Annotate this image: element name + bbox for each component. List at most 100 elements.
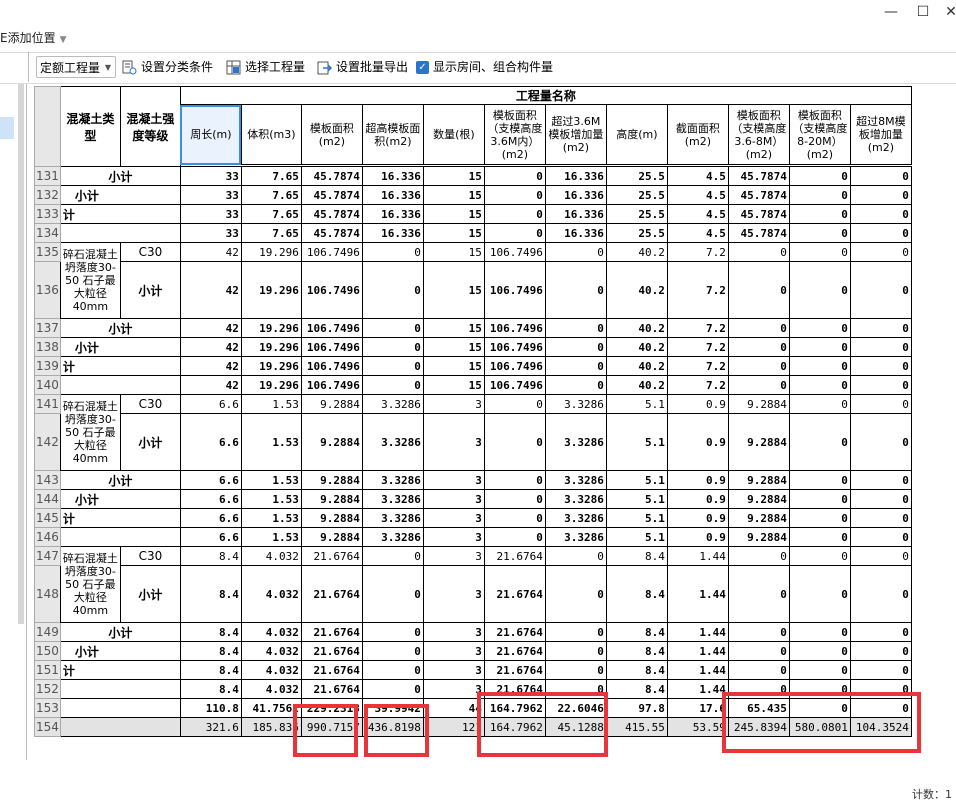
table-cell[interactable]: 0 <box>788 413 851 471</box>
table-cell[interactable]: 40.2 <box>605 375 668 395</box>
row-number[interactable]: 152 <box>34 679 61 699</box>
subtotal-label[interactable]: 小计 <box>119 413 181 471</box>
table-cell[interactable]: 3.3286 <box>361 489 424 509</box>
header-col[interactable]: 超过3.6M模板增加量(m2) <box>544 104 607 165</box>
table-cell[interactable]: 0 <box>483 223 546 243</box>
row-number[interactable]: 134 <box>34 223 61 243</box>
empty-label[interactable] <box>59 698 181 718</box>
table-cell[interactable]: 0 <box>544 261 607 319</box>
subtotal-label[interactable]: 小计 <box>59 185 181 205</box>
table-cell[interactable]: 0 <box>788 508 851 528</box>
table-cell[interactable]: 42 <box>179 318 242 338</box>
total-label[interactable]: 计 <box>59 204 181 224</box>
table-cell[interactable]: 0.9 <box>666 413 729 471</box>
table-cell[interactable]: 0 <box>544 318 607 338</box>
table-cell[interactable]: 1.44 <box>666 622 729 642</box>
table-cell[interactable]: 0 <box>849 413 912 471</box>
table-cell[interactable]: 4.5 <box>666 223 729 243</box>
table-cell[interactable]: 8.4 <box>605 660 668 680</box>
table-cell[interactable]: 21.6764 <box>300 546 363 566</box>
table-cell[interactable]: 3.3286 <box>544 470 607 490</box>
table-cell[interactable]: 0 <box>849 660 912 680</box>
table-cell[interactable]: 0 <box>788 394 851 414</box>
table-cell[interactable]: 21.6764 <box>483 641 546 661</box>
table-cell[interactable]: 1.44 <box>666 546 729 566</box>
table-cell[interactable]: 5.1 <box>605 489 668 509</box>
table-cell[interactable]: 9.2884 <box>300 470 363 490</box>
table-cell[interactable]: 0 <box>849 223 912 243</box>
table-cell[interactable]: 0 <box>727 565 790 623</box>
header-col[interactable]: 超高模板面积(m2) <box>361 104 424 165</box>
table-cell[interactable]: 0 <box>788 185 851 205</box>
table-cell[interactable]: 106.7496 <box>483 242 546 262</box>
table-cell[interactable]: 21.6764 <box>483 622 546 642</box>
table-cell[interactable]: 42 <box>179 242 242 262</box>
table-cell[interactable]: 0 <box>788 660 851 680</box>
table-cell[interactable]: 21.6764 <box>300 622 363 642</box>
table-cell[interactable]: 0 <box>849 565 912 623</box>
table-cell[interactable]: 8.4 <box>179 565 242 623</box>
table-cell[interactable]: 15 <box>422 261 485 319</box>
table-cell[interactable]: 33 <box>179 166 242 186</box>
table-cell[interactable]: 0 <box>727 546 790 566</box>
table-cell[interactable]: 4.032 <box>240 622 302 642</box>
table-cell[interactable]: 0 <box>849 622 912 642</box>
table-cell[interactable]: 106.7496 <box>300 375 363 395</box>
table-cell[interactable]: 16.336 <box>361 223 424 243</box>
row-number[interactable]: 133 <box>34 204 61 224</box>
table-cell[interactable]: 8.4 <box>179 679 242 699</box>
table-cell[interactable]: 0 <box>849 166 912 186</box>
table-cell[interactable]: 0 <box>544 375 607 395</box>
header-col[interactable]: 模板面积（支模高度3.6-8M）(m2) <box>727 104 790 165</box>
table-cell[interactable]: 3.3286 <box>544 527 607 547</box>
table-cell[interactable]: 4.5 <box>666 166 729 186</box>
table-cell[interactable]: 110.8 <box>179 698 242 718</box>
table-cell[interactable]: 19.296 <box>240 375 302 395</box>
table-cell[interactable]: 0.9 <box>666 489 729 509</box>
subtotal-label[interactable]: 小计 <box>59 166 181 186</box>
table-cell[interactable]: 15 <box>422 242 485 262</box>
table-cell[interactable]: 25.5 <box>605 185 668 205</box>
row-number[interactable]: 137 <box>34 318 61 338</box>
table-cell[interactable]: 0 <box>483 489 546 509</box>
set-category-button[interactable]: 设置分类条件 <box>122 56 213 78</box>
row-number[interactable]: 148 <box>34 565 61 623</box>
table-cell[interactable]: 0.9 <box>666 527 729 547</box>
table-cell[interactable]: 0 <box>849 185 912 205</box>
table-cell[interactable]: 19.296 <box>240 261 302 319</box>
table-cell[interactable]: 3.3286 <box>544 413 607 471</box>
table-cell[interactable]: 1.44 <box>666 565 729 623</box>
row-number[interactable]: 139 <box>34 356 61 376</box>
table-cell[interactable]: 45.7874 <box>300 204 363 224</box>
table-cell[interactable]: 15 <box>422 166 485 186</box>
table-cell[interactable]: 16.336 <box>544 166 607 186</box>
table-cell[interactable]: 0 <box>361 318 424 338</box>
table-cell[interactable]: 0 <box>544 337 607 357</box>
table-cell[interactable]: 0 <box>788 622 851 642</box>
table-cell[interactable]: 15 <box>422 356 485 376</box>
table-cell[interactable]: 0 <box>788 318 851 338</box>
table-cell[interactable]: 21.6764 <box>300 565 363 623</box>
table-cell[interactable]: 45.7874 <box>300 185 363 205</box>
table-cell[interactable]: 106.7496 <box>300 318 363 338</box>
empty-label[interactable] <box>59 527 181 547</box>
table-cell[interactable]: 5.1 <box>605 470 668 490</box>
table-cell[interactable]: 1.53 <box>240 413 302 471</box>
header-quantity-group[interactable]: 工程量名称 <box>179 86 912 105</box>
table-cell[interactable]: 45.7874 <box>727 223 790 243</box>
table-cell[interactable]: 21.6764 <box>483 546 546 566</box>
row-number[interactable]: 140 <box>34 375 61 395</box>
header-strength[interactable]: 混凝土强度等级 <box>119 86 181 167</box>
total-label[interactable]: 计 <box>59 356 181 376</box>
table-cell[interactable]: 0 <box>788 527 851 547</box>
select-quantity-button[interactable]: 选择工程量 <box>226 56 305 78</box>
subtotal-label[interactable]: 小计 <box>59 489 181 509</box>
strength-cell[interactable]: C30 <box>119 242 181 262</box>
table-cell[interactable]: 0 <box>788 470 851 490</box>
table-cell[interactable]: 0 <box>788 261 851 319</box>
table-cell[interactable]: 0 <box>483 508 546 528</box>
table-cell[interactable]: 0 <box>544 546 607 566</box>
left-pane-selected-item[interactable] <box>0 117 14 139</box>
table-cell[interactable]: 9.2884 <box>300 394 363 414</box>
table-cell[interactable]: 0 <box>849 261 912 319</box>
